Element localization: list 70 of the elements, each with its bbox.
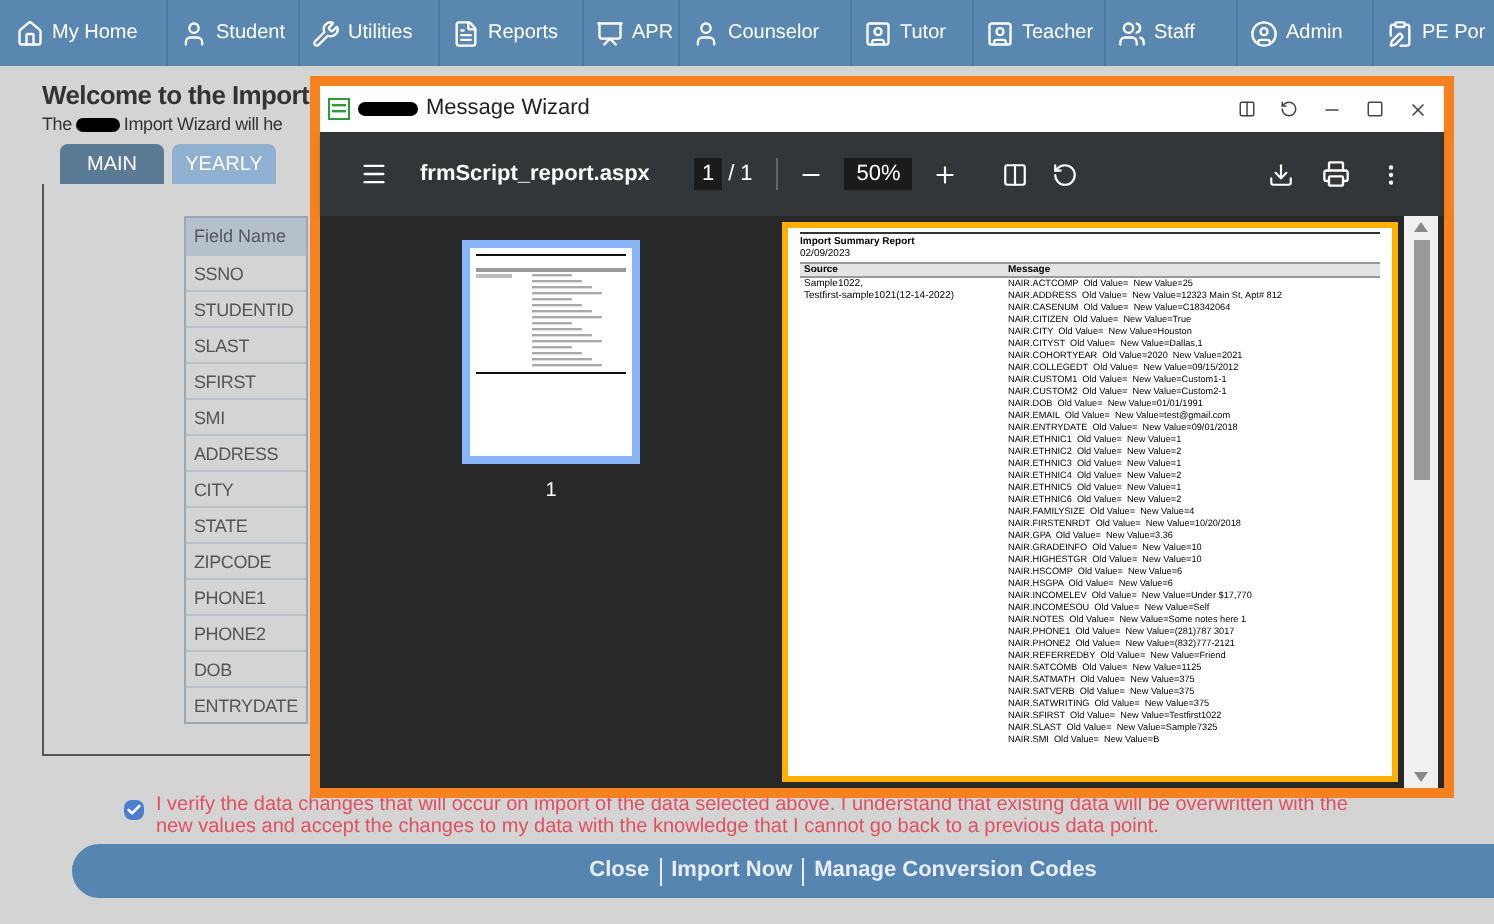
scroll-thumb[interactable]	[1413, 240, 1429, 480]
nav-item[interactable]: Admin	[1238, 0, 1374, 66]
person-icon	[864, 19, 892, 47]
person-icon	[692, 19, 720, 47]
redaction-mark	[75, 117, 120, 131]
check-icon	[126, 802, 142, 818]
subtitle-text: The	[42, 112, 72, 136]
verify-checkbox[interactable]	[124, 800, 144, 820]
action-link[interactable]: Import Now	[671, 854, 793, 888]
page-title: Welcome to the Import	[42, 80, 310, 112]
table-cell: STUDENTID	[186, 290, 306, 326]
scroll-up-icon[interactable]	[1414, 222, 1428, 232]
nav-item[interactable]: Staff	[1106, 0, 1238, 66]
nav-item[interactable]: PE Por	[1374, 0, 1494, 66]
page-input[interactable]: 1	[693, 157, 723, 191]
table-cell: STATE	[186, 506, 306, 542]
maximize-icon[interactable]	[1366, 100, 1384, 118]
table-cell: ZIPCODE	[186, 542, 306, 578]
nav-item[interactable]: Teacher	[974, 0, 1106, 66]
redaction-mark	[358, 102, 418, 116]
scrollbar[interactable]	[1404, 216, 1438, 788]
table-cell: CITY	[186, 470, 306, 506]
table-cell: ENTRYDATE	[186, 686, 306, 722]
tab[interactable]: YEARLY	[172, 144, 276, 184]
person-circle-icon	[1250, 19, 1278, 47]
rotate-icon[interactable]	[1052, 161, 1079, 187]
people-icon	[1118, 19, 1146, 47]
document-icon	[452, 19, 480, 47]
subtitle-text: Import Wizard will he	[123, 112, 283, 136]
print-icon[interactable]	[1322, 160, 1350, 188]
column-header: Field Name	[186, 218, 306, 254]
wrench-icon	[312, 19, 340, 47]
app-icon	[328, 98, 350, 120]
nav-item[interactable]: Student	[168, 0, 300, 66]
fit-page-icon[interactable]	[1002, 161, 1029, 187]
table-cell: ADDRESS	[186, 434, 306, 470]
board-icon	[596, 19, 624, 47]
action-link[interactable]: Manage Conversion Codes	[814, 854, 1097, 888]
page-thumbnail[interactable]	[462, 240, 640, 464]
nav-item[interactable]: My Home	[4, 0, 168, 66]
page-count: / 1	[728, 159, 753, 190]
table-cell: SSNO	[186, 254, 306, 290]
zoom-in-icon[interactable]	[932, 161, 959, 187]
house-icon	[16, 19, 44, 47]
person-icon	[986, 19, 1014, 47]
nav-item[interactable]: Utilities	[300, 0, 440, 66]
nav-item[interactable]: Tutor	[852, 0, 974, 66]
close-icon[interactable]	[1408, 99, 1428, 119]
tab[interactable]: MAIN	[60, 144, 164, 184]
clipboard-icon	[1386, 19, 1414, 47]
action-link[interactable]: Close	[589, 854, 650, 888]
snap-icon[interactable]	[1238, 100, 1256, 118]
download-icon[interactable]	[1268, 161, 1294, 187]
scroll-down-icon[interactable]	[1414, 772, 1428, 782]
menu-icon[interactable]	[360, 160, 388, 188]
nav-item[interactable]: APR	[584, 0, 680, 66]
thumbnail-number: 1	[545, 478, 557, 506]
table-cell: SLAST	[186, 326, 306, 362]
zoom-field[interactable]: 50%	[844, 157, 913, 191]
file-name: frmScript_report.aspx	[420, 159, 650, 190]
dialog-title: Message Wizard	[426, 94, 590, 125]
table-cell: DOB	[186, 650, 306, 686]
table-cell: SFIRST	[186, 362, 306, 398]
nav-item[interactable]: Counselor	[680, 0, 852, 66]
restore-icon[interactable]	[1280, 100, 1298, 118]
nav-item[interactable]: Reports	[440, 0, 584, 66]
person-icon	[180, 19, 208, 47]
table-cell: SMI	[186, 398, 306, 434]
table-cell: PHONE1	[186, 578, 306, 614]
table-cell: PHONE2	[186, 614, 306, 650]
